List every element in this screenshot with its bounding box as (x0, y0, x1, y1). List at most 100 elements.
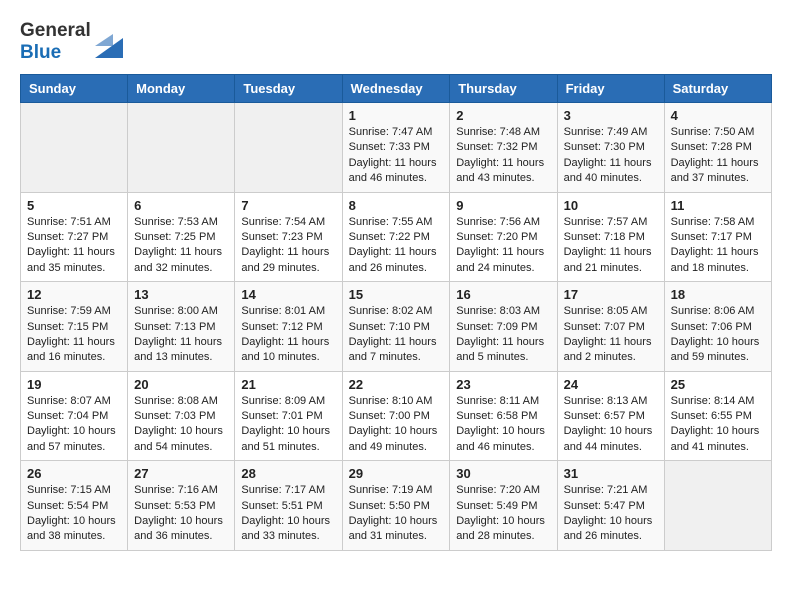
sunset-text: Sunset: 5:47 PM (564, 500, 645, 512)
day-number: 24 (564, 377, 658, 392)
cell-content: Sunrise: 7:54 AMSunset: 7:23 PMDaylight:… (241, 215, 335, 277)
daylight-text: Daylight: 11 hours and 26 minutes. (349, 246, 437, 273)
sunrise-text: Sunrise: 8:06 AM (671, 305, 755, 317)
daylight-text: Daylight: 11 hours and 21 minutes. (564, 246, 652, 273)
calendar-week-1: 1Sunrise: 7:47 AMSunset: 7:33 PMDaylight… (21, 103, 772, 193)
sunrise-text: Sunrise: 7:53 AM (134, 216, 218, 228)
daylight-text: Daylight: 11 hours and 24 minutes. (456, 246, 544, 273)
calendar-cell: 3Sunrise: 7:49 AMSunset: 7:30 PMDaylight… (557, 103, 664, 193)
sunrise-text: Sunrise: 7:54 AM (241, 216, 325, 228)
calendar-week-3: 12Sunrise: 7:59 AMSunset: 7:15 PMDayligh… (21, 282, 772, 372)
sunset-text: Sunset: 7:07 PM (564, 321, 645, 333)
cell-content: Sunrise: 7:47 AMSunset: 7:33 PMDaylight:… (349, 125, 444, 187)
day-number: 8 (349, 198, 444, 213)
calendar-cell: 29Sunrise: 7:19 AMSunset: 5:50 PMDayligh… (342, 461, 450, 551)
daylight-text: Daylight: 10 hours and 33 minutes. (241, 515, 330, 542)
day-number: 22 (349, 377, 444, 392)
day-number: 29 (349, 466, 444, 481)
page-header: General Blue (20, 20, 772, 64)
sunset-text: Sunset: 7:30 PM (564, 141, 645, 153)
sunrise-text: Sunrise: 7:57 AM (564, 216, 648, 228)
calendar-cell: 15Sunrise: 8:02 AMSunset: 7:10 PMDayligh… (342, 282, 450, 372)
day-number: 18 (671, 287, 765, 302)
daylight-text: Daylight: 11 hours and 7 minutes. (349, 336, 437, 363)
daylight-text: Daylight: 10 hours and 41 minutes. (671, 425, 760, 452)
calendar-cell: 25Sunrise: 8:14 AMSunset: 6:55 PMDayligh… (664, 371, 771, 461)
daylight-text: Daylight: 10 hours and 57 minutes. (27, 425, 116, 452)
calendar-cell: 6Sunrise: 7:53 AMSunset: 7:25 PMDaylight… (128, 192, 235, 282)
daylight-text: Daylight: 11 hours and 10 minutes. (241, 336, 329, 363)
sunrise-text: Sunrise: 7:58 AM (671, 216, 755, 228)
daylight-text: Daylight: 11 hours and 16 minutes. (27, 336, 115, 363)
sunrise-text: Sunrise: 7:49 AM (564, 126, 648, 138)
day-number: 6 (134, 198, 228, 213)
cell-content: Sunrise: 7:21 AMSunset: 5:47 PMDaylight:… (564, 483, 658, 545)
daylight-text: Daylight: 10 hours and 26 minutes. (564, 515, 653, 542)
daylight-text: Daylight: 11 hours and 46 minutes. (349, 157, 437, 184)
day-number: 21 (241, 377, 335, 392)
calendar-cell: 26Sunrise: 7:15 AMSunset: 5:54 PMDayligh… (21, 461, 128, 551)
sunset-text: Sunset: 5:50 PM (349, 500, 430, 512)
sunset-text: Sunset: 7:22 PM (349, 231, 430, 243)
day-number: 19 (27, 377, 121, 392)
sunset-text: Sunset: 6:57 PM (564, 410, 645, 422)
cell-content: Sunrise: 8:00 AMSunset: 7:13 PMDaylight:… (134, 304, 228, 366)
daylight-text: Daylight: 11 hours and 13 minutes. (134, 336, 222, 363)
sunrise-text: Sunrise: 7:47 AM (349, 126, 433, 138)
header-tuesday: Tuesday (235, 75, 342, 103)
day-number: 27 (134, 466, 228, 481)
calendar-cell: 20Sunrise: 8:08 AMSunset: 7:03 PMDayligh… (128, 371, 235, 461)
cell-content: Sunrise: 7:49 AMSunset: 7:30 PMDaylight:… (564, 125, 658, 187)
day-number: 16 (456, 287, 550, 302)
calendar-table: SundayMondayTuesdayWednesdayThursdayFrid… (20, 74, 772, 551)
calendar-week-4: 19 Sunrise: 8:07 AMSunset: 7:04 PMDayligh… (21, 371, 772, 461)
sunset-text: Sunset: 7:25 PM (134, 231, 215, 243)
calendar-cell: 13Sunrise: 8:00 AMSunset: 7:13 PMDayligh… (128, 282, 235, 372)
sunset-text: Sunset: 7:01 PM (241, 410, 322, 422)
daylight-text: Daylight: 10 hours and 44 minutes. (564, 425, 653, 452)
sunrise-text: Sunrise: 8:09 AM (241, 395, 325, 407)
calendar-cell (664, 461, 771, 551)
calendar-cell: 19 Sunrise: 8:07 AMSunset: 7:04 PMDayligh… (21, 371, 128, 461)
day-number: 30 (456, 466, 550, 481)
daylight-text: Daylight: 11 hours and 5 minutes. (456, 336, 544, 363)
day-number: 7 (241, 198, 335, 213)
cell-content: Sunrise: 7:48 AMSunset: 7:32 PMDaylight:… (456, 125, 550, 187)
header-wednesday: Wednesday (342, 75, 450, 103)
daylight-text: Daylight: 10 hours and 49 minutes. (349, 425, 438, 452)
calendar-cell: 27 Sunrise: 7:16 AMSunset: 5:53 PMDayligh… (128, 461, 235, 551)
sunset-text: Sunset: 7:17 PM (671, 231, 752, 243)
sunset-text: Sunset: 7:10 PM (349, 321, 430, 333)
calendar-cell: 18 Sunrise: 8:06 AMSunset: 7:06 PMDayligh… (664, 282, 771, 372)
sunrise-text: Sunrise: 8:02 AM (349, 305, 433, 317)
cell-content: Sunrise: 8:07 AMSunset: 7:04 PMDaylight:… (27, 394, 121, 456)
daylight-text: Daylight: 10 hours and 31 minutes. (349, 515, 438, 542)
calendar-cell: 9Sunrise: 7:56 AMSunset: 7:20 PMDaylight… (450, 192, 557, 282)
header-friday: Friday (557, 75, 664, 103)
daylight-text: Daylight: 11 hours and 37 minutes. (671, 157, 759, 184)
calendar-cell (128, 103, 235, 193)
sunset-text: Sunset: 5:49 PM (456, 500, 537, 512)
sunrise-text: Sunrise: 8:10 AM (349, 395, 433, 407)
calendar-cell: 28Sunrise: 7:17 AMSunset: 5:51 PMDayligh… (235, 461, 342, 551)
calendar-cell: 14Sunrise: 8:01 AMSunset: 7:12 PMDayligh… (235, 282, 342, 372)
daylight-text: Daylight: 10 hours and 51 minutes. (241, 425, 330, 452)
cell-content: Sunrise: 8:08 AMSunset: 7:03 PMDaylight:… (134, 394, 228, 456)
calendar-cell: 10Sunrise: 7:57 AMSunset: 7:18 PMDayligh… (557, 192, 664, 282)
cell-content: Sunrise: 8:03 AMSunset: 7:09 PMDaylight:… (456, 304, 550, 366)
sunset-text: Sunset: 7:18 PM (564, 231, 645, 243)
sunrise-text: Sunrise: 8:08 AM (134, 395, 218, 407)
daylight-text: Daylight: 11 hours and 35 minutes. (27, 246, 115, 273)
header-thursday: Thursday (450, 75, 557, 103)
header-monday: Monday (128, 75, 235, 103)
sunset-text: Sunset: 7:32 PM (456, 141, 537, 153)
calendar-week-2: 5Sunrise: 7:51 AMSunset: 7:27 PMDaylight… (21, 192, 772, 282)
sunset-text: Sunset: 5:54 PM (27, 500, 108, 512)
calendar-week-5: 26Sunrise: 7:15 AMSunset: 5:54 PMDayligh… (21, 461, 772, 551)
day-number: 14 (241, 287, 335, 302)
cell-content: Sunrise: 7:58 AMSunset: 7:17 PMDaylight:… (671, 215, 765, 277)
sunrise-text: Sunrise: 8:14 AM (671, 395, 755, 407)
cell-content: Sunrise: 8:06 AMSunset: 7:06 PMDaylight:… (671, 304, 765, 366)
cell-content: Sunrise: 7:16 AMSunset: 5:53 PMDaylight:… (134, 483, 228, 545)
calendar-cell (21, 103, 128, 193)
